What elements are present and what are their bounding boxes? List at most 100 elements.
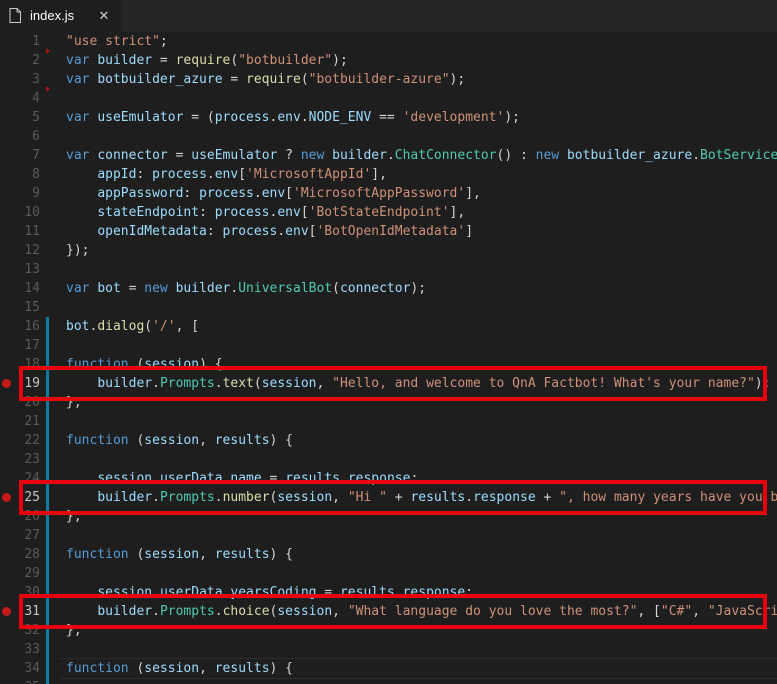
tab-label: index.js — [30, 8, 75, 23]
code-line[interactable]: 14 var bot = new builder.UniversalBot(con… — [0, 279, 777, 298]
code-line[interactable]: 4 — [0, 89, 777, 108]
code-token: appId — [97, 167, 137, 182]
code-line[interactable]: 15 — [0, 298, 777, 317]
code-token: connector — [339, 281, 411, 296]
code-editor[interactable]: 1 "use strict"; 2 var builder = require("bo… — [0, 32, 777, 684]
code-token: [ — [238, 167, 247, 182]
code-line[interactable]: 33 — [0, 640, 777, 659]
line-number: 5 — [32, 110, 40, 125]
code-token: ] — [465, 224, 474, 239]
code-token: UniversalBot — [238, 281, 333, 296]
code-token: env — [285, 224, 309, 239]
code-token: env — [277, 205, 301, 220]
code-line[interactable]: 10 stateEndpoint: process.env['BotStateE… — [0, 203, 777, 222]
code-line[interactable]: 29 — [0, 564, 777, 583]
code-text: var builder = require("botbuilder"); — [66, 51, 348, 70]
code-token: ) { — [269, 661, 294, 676]
line-number: 11 — [24, 224, 40, 239]
breakpoint-icon[interactable] — [2, 607, 11, 616]
code-line[interactable]: 8 appId: process.env['MicrosoftAppId'], — [0, 165, 777, 184]
code-token: . — [277, 224, 286, 239]
code-line[interactable]: 12}); — [0, 241, 777, 260]
code-token: var — [66, 148, 98, 163]
line-number: 28 — [24, 547, 40, 562]
line-number: 21 — [24, 414, 40, 429]
code-line[interactable]: 21 — [0, 412, 777, 431]
code-token: ( — [332, 281, 340, 296]
code-line[interactable]: 13 — [0, 260, 777, 279]
line-number: 27 — [24, 528, 40, 543]
code-token: ( — [144, 319, 153, 334]
code-token: require — [246, 72, 301, 87]
code-line[interactable]: 28 function (session, results) { — [0, 545, 777, 564]
code-token: : — [199, 205, 215, 220]
code-token: new — [535, 148, 567, 163]
code-line[interactable]: 3 var botbuilder_azure = require("botbuil… — [0, 70, 777, 89]
code-token: results — [214, 547, 270, 562]
tab-index-js[interactable]: index.js ✕ — [0, 0, 121, 32]
code-line[interactable]: 6 — [0, 127, 777, 146]
highlight-annotation-box — [19, 594, 767, 629]
code-token: function — [66, 661, 137, 676]
code-line[interactable]: 5 var useEmulator = (process.env.NODE_ENV… — [0, 108, 777, 127]
code-token: require — [175, 53, 231, 68]
line-number: 12 — [24, 243, 40, 258]
code-token: openIdMetadata — [97, 224, 207, 239]
code-text: bot.dialog('/', [ — [66, 317, 199, 336]
code-token: . — [253, 186, 262, 201]
code-text: appPassword: process.env['MicrosoftAppPa… — [66, 184, 481, 203]
code-token: . — [300, 110, 309, 125]
code-token: ) { — [269, 433, 294, 448]
line-number: 13 — [24, 262, 40, 277]
code-token: ); — [410, 281, 427, 296]
breakpoint-icon[interactable] — [2, 493, 11, 502]
file-icon — [9, 8, 21, 23]
code-line[interactable]: 9 appPassword: process.env['MicrosoftApp… — [0, 184, 777, 203]
code-token: () : — [496, 148, 536, 163]
code-text: }); — [66, 241, 89, 260]
code-token: ); — [449, 72, 466, 87]
code-line[interactable]: 23 — [0, 450, 777, 469]
line-number: 33 — [24, 642, 40, 657]
line-number: 35 — [12, 678, 40, 684]
code-token: , — [199, 547, 215, 562]
line-number: 4 — [32, 91, 40, 106]
code-line[interactable]: 2 var builder = require("botbuilder"); — [0, 51, 777, 70]
line-number: 1 — [32, 34, 40, 49]
line-number: 14 — [24, 281, 40, 296]
code-token: "botbuilder-azure" — [308, 72, 450, 87]
code-line[interactable]: 7 var connector = useEmulator ? new build… — [0, 146, 777, 165]
line-number: 7 — [32, 148, 40, 163]
code-token: results — [214, 661, 270, 676]
code-token: '/' — [152, 319, 176, 334]
breakpoint-icon[interactable] — [2, 379, 11, 388]
code-token: ) { — [269, 547, 294, 562]
code-line[interactable]: 34 function (session, results) { — [0, 659, 777, 678]
code-token: ? — [277, 148, 301, 163]
code-token: : — [136, 167, 153, 182]
code-text: appId: process.env['MicrosoftAppId'], — [66, 165, 387, 184]
code-line[interactable]: 27 — [0, 526, 777, 545]
line-number: 34 — [24, 661, 40, 676]
code-line[interactable]: 22 function (session, results) { — [0, 431, 777, 450]
code-token: session — [144, 661, 200, 676]
code-line[interactable]: 11 openIdMetadata: process.env['BotOpenI… — [0, 222, 777, 241]
code-line[interactable]: 16 bot.dialog('/', [ — [0, 317, 777, 336]
code-token: useEmulator — [97, 110, 184, 125]
code-line[interactable]: 17 — [0, 336, 777, 355]
code-token: ], — [449, 205, 466, 220]
close-icon[interactable]: ✕ — [96, 0, 112, 32]
code-token: 'BotOpenIdMetadata' — [316, 224, 466, 239]
code-token: new — [300, 148, 333, 163]
code-text: var botbuilder_azure = require("botbuild… — [66, 70, 465, 89]
code-line[interactable]: 1 "use strict"; — [0, 32, 777, 51]
code-token: process — [214, 110, 270, 125]
code-token: 'BotStateEndpoint' — [308, 205, 450, 220]
code-token: ( — [300, 72, 309, 87]
current-line-border — [60, 658, 777, 659]
code-token: . — [206, 167, 215, 182]
line-number: 2 — [32, 53, 40, 68]
